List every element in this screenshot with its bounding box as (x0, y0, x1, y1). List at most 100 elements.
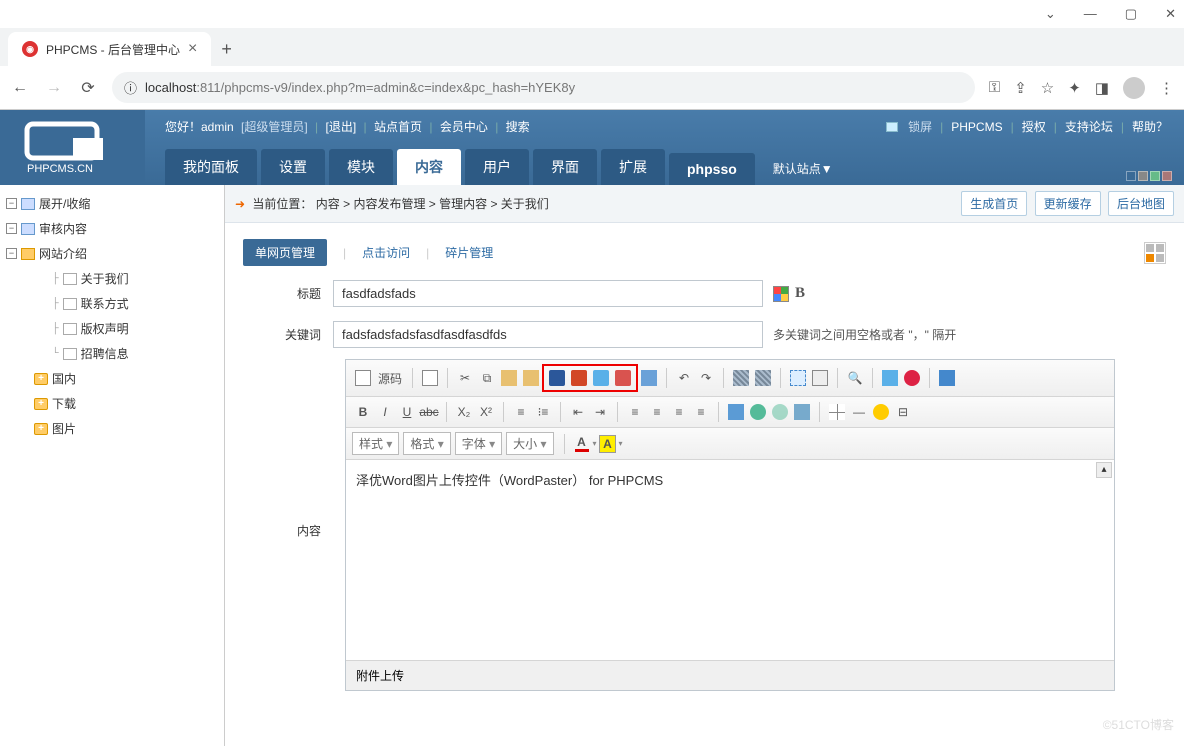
preview-icon[interactable]: 🔍 (844, 367, 866, 389)
tree-domestic[interactable]: +国内 (4, 366, 220, 391)
bold-toggle-icon[interactable]: B (795, 285, 805, 302)
tree-download[interactable]: +下载 (4, 391, 220, 416)
logout-link[interactable]: [退出] (326, 120, 357, 134)
flash-icon[interactable] (901, 367, 923, 389)
minimize-icon[interactable]: — (1084, 6, 1097, 22)
profile-icon[interactable] (1123, 77, 1145, 99)
tree-expand-collapse[interactable]: −展开/收缩 (4, 191, 220, 216)
undo-icon[interactable]: ↶ (673, 367, 695, 389)
license-link[interactable]: 授权 (1022, 118, 1046, 135)
nav-tab-content[interactable]: 内容 (397, 149, 461, 185)
key-icon[interactable]: ⚿ (989, 79, 1000, 96)
strikethrough-icon[interactable]: abc (418, 401, 440, 423)
image-upload-icon[interactable] (590, 367, 612, 389)
font-color-icon[interactable]: A (571, 433, 593, 455)
outdent-icon[interactable]: ⇤ (567, 401, 589, 423)
close-icon[interactable]: ✕ (1165, 6, 1176, 22)
image-icon[interactable] (879, 367, 901, 389)
superscript-icon[interactable]: X² (475, 401, 497, 423)
cut-icon[interactable]: ✂ (454, 367, 476, 389)
subtab-single-page[interactable]: 单网页管理 (243, 239, 327, 266)
redo-icon[interactable]: ↷ (695, 367, 717, 389)
title-input[interactable] (333, 280, 763, 307)
admin-map-button[interactable]: 后台地图 (1108, 191, 1174, 216)
align-justify-icon[interactable]: ≡ (690, 401, 712, 423)
nav-tab-extension[interactable]: 扩展 (601, 149, 665, 185)
powerpoint-icon[interactable] (568, 367, 590, 389)
hr-icon[interactable]: — (848, 401, 870, 423)
indent-icon[interactable]: ⇥ (589, 401, 611, 423)
nav-tab-user[interactable]: 用户 (465, 149, 529, 185)
menu-icon[interactable]: ⋮ (1159, 79, 1174, 97)
pdf-icon[interactable] (612, 367, 634, 389)
nav-tab-interface[interactable]: 界面 (533, 149, 597, 185)
remove-format-icon[interactable] (809, 367, 831, 389)
italic-icon[interactable]: I (374, 401, 396, 423)
paste-icon[interactable] (498, 367, 520, 389)
paste-word-icon[interactable] (520, 367, 542, 389)
keyword-input[interactable] (333, 321, 763, 348)
smiley-icon[interactable] (870, 401, 892, 423)
link-icon[interactable] (747, 401, 769, 423)
nav-tab-phpsso[interactable]: phpsso (669, 153, 755, 185)
help-link[interactable]: 帮助？ (1132, 118, 1168, 135)
align-left-icon[interactable]: ≡ (624, 401, 646, 423)
site-home-link[interactable]: 站点首页 (374, 120, 422, 134)
tree-pictures[interactable]: +图片 (4, 416, 220, 441)
unlink-icon[interactable] (769, 401, 791, 423)
size-select[interactable]: 大小 (506, 432, 553, 455)
forward-icon[interactable]: → (44, 79, 64, 97)
sidepanel-icon[interactable]: ◨ (1095, 79, 1109, 97)
logo[interactable]: PHPCMS.CN (0, 110, 145, 185)
site-select[interactable]: 默认站点▼ (773, 160, 833, 185)
new-page-icon[interactable] (419, 367, 441, 389)
select-all-icon[interactable] (787, 367, 809, 389)
tree-copyright[interactable]: ├版权声明 (4, 316, 220, 341)
replace-icon[interactable] (752, 367, 774, 389)
subscript-icon[interactable]: X₂ (453, 401, 475, 423)
extensions-icon[interactable]: ✦ (1068, 79, 1081, 97)
car-icon[interactable] (725, 401, 747, 423)
site-info-icon[interactable]: ⓘ (124, 78, 137, 97)
pagebreak-icon[interactable]: ⊟ (892, 401, 914, 423)
print-icon[interactable] (638, 367, 660, 389)
bullet-list-icon[interactable]: ⁝≡ (532, 401, 554, 423)
subtab-fragment[interactable]: 碎片管理 (445, 244, 493, 261)
bookmark-icon[interactable]: ☆ (1041, 79, 1054, 97)
update-cache-button[interactable]: 更新缓存 (1035, 191, 1101, 216)
generate-home-button[interactable]: 生成首页 (961, 191, 1027, 216)
forum-link[interactable]: 支持论坛 (1065, 118, 1113, 135)
word-icon[interactable] (546, 367, 568, 389)
media-icon[interactable] (936, 367, 958, 389)
tree-about-us[interactable]: ├关于我们 (4, 266, 220, 291)
reload-icon[interactable]: ⟳ (78, 78, 98, 98)
source-icon[interactable] (352, 367, 374, 389)
color-picker-icon[interactable] (773, 286, 789, 302)
member-center-link[interactable]: 会员中心 (440, 120, 488, 134)
bold-icon[interactable]: B (352, 401, 374, 423)
lock-screen-link[interactable]: 锁屏 (908, 118, 932, 135)
format-select[interactable]: 格式 (403, 432, 450, 455)
chevron-down-icon[interactable]: ⌄ (1045, 6, 1056, 22)
tab-close-icon[interactable]: × (188, 40, 197, 58)
tree-site-intro[interactable]: −网站介绍 (4, 241, 220, 266)
new-tab-button[interactable]: + (211, 35, 242, 64)
align-right-icon[interactable]: ≡ (668, 401, 690, 423)
numbered-list-icon[interactable]: ≡ (510, 401, 532, 423)
editor-body[interactable]: ▴ 泽优Word图片上传控件（WordPaster） for PHPCMS (346, 460, 1114, 660)
tree-audit-content[interactable]: −审核内容 (4, 216, 220, 241)
maximize-icon[interactable]: ▢ (1125, 6, 1137, 22)
scroll-up-icon[interactable]: ▴ (1096, 462, 1112, 478)
nav-tab-settings[interactable]: 设置 (261, 149, 325, 185)
phpcms-link[interactable]: PHPCMS (951, 120, 1002, 134)
source-button[interactable]: 源码 (374, 370, 406, 387)
tree-jobs[interactable]: └招聘信息 (4, 341, 220, 366)
anchor-icon[interactable] (791, 401, 813, 423)
search-link[interactable]: 搜索 (506, 120, 530, 134)
nav-tab-module[interactable]: 模块 (329, 149, 393, 185)
font-select[interactable]: 字体 (455, 432, 502, 455)
subtab-visit-link[interactable]: 点击访问 (362, 244, 410, 261)
view-grid-icon[interactable] (1144, 242, 1166, 264)
style-select[interactable]: 样式 (352, 432, 399, 455)
attachment-bar[interactable]: 附件上传 (346, 660, 1114, 690)
